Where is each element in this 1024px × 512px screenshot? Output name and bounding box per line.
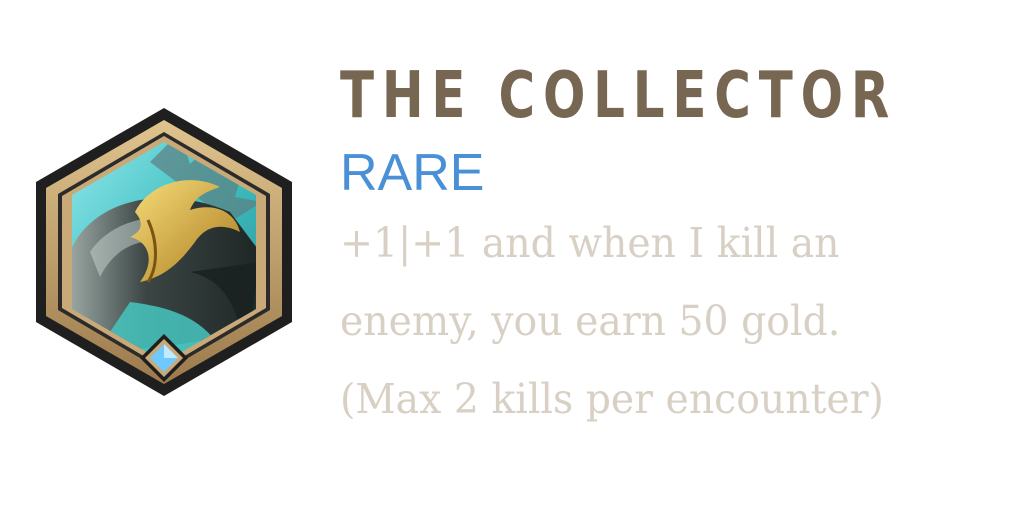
augment-text: THE COLLECTOR RARE +1|+1 and when I kill… bbox=[340, 58, 1020, 438]
augment-emblem bbox=[30, 102, 298, 402]
augment-rarity: RARE bbox=[340, 144, 485, 202]
description-line: +1|+1 and when I kill an bbox=[340, 219, 840, 267]
augment-title: THE COLLECTOR bbox=[340, 59, 898, 133]
collector-gauntlet-icon bbox=[36, 108, 292, 396]
augment-description: +1|+1 and when I kill an enemy, you earn… bbox=[340, 204, 993, 438]
augment-card: THE COLLECTOR RARE +1|+1 and when I kill… bbox=[0, 0, 1024, 512]
description-line: (Max 2 kills per encounter) bbox=[340, 375, 884, 423]
description-line: enemy, you earn 50 gold. bbox=[340, 297, 841, 345]
